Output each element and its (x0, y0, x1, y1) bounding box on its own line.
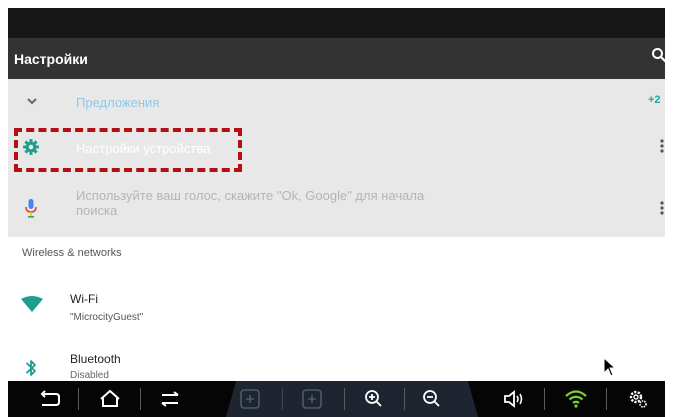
nav-separator (78, 388, 79, 410)
wifi-status-icon[interactable] (558, 383, 594, 415)
chevron-down-icon[interactable] (26, 96, 38, 106)
nav-separator (544, 388, 545, 410)
nav-separator (404, 388, 405, 410)
recents-icon[interactable] (152, 383, 188, 415)
nav-separator (606, 388, 607, 410)
search-icon[interactable] (651, 47, 667, 63)
mouse-cursor-icon (603, 357, 617, 377)
screenshot-icon[interactable] (232, 383, 268, 415)
volume-icon[interactable] (496, 383, 532, 415)
home-icon[interactable] (92, 383, 128, 415)
section-header: Wireless & networks (22, 247, 122, 259)
back-icon[interactable] (32, 383, 68, 415)
setting-bluetooth-title[interactable]: Bluetooth (70, 352, 121, 366)
zoom-out-icon[interactable] (414, 383, 450, 415)
highlight-annotation (14, 128, 242, 172)
bluetooth-icon (25, 360, 36, 376)
page-title: Настройки (14, 51, 88, 67)
setting-wifi-summary: "MicrocityGuest" (70, 312, 144, 323)
nav-separator (140, 388, 141, 410)
nav-separator (344, 388, 345, 410)
app-toolbar (8, 38, 665, 79)
left-margin (0, 0, 8, 417)
more-vert-icon[interactable] (659, 200, 665, 216)
zoom-in-icon[interactable] (356, 383, 392, 415)
suggestions-header[interactable]: Предложения (76, 95, 159, 110)
settings-icon[interactable] (620, 383, 656, 415)
mic-icon (25, 199, 37, 218)
wifi-icon (21, 296, 43, 312)
screenrecord-icon[interactable] (294, 383, 330, 415)
setting-bluetooth-summary: Disabled (70, 370, 109, 381)
suggestion-voice-search[interactable]: Используйте ваш голос, скажите "Ok, Goog… (76, 188, 466, 218)
setting-wifi-title[interactable]: Wi-Fi (70, 292, 98, 306)
nav-separator (282, 388, 283, 410)
more-vert-icon[interactable] (659, 138, 665, 154)
suggestions-count-badge: +2 (648, 94, 661, 106)
status-bar (8, 8, 665, 38)
